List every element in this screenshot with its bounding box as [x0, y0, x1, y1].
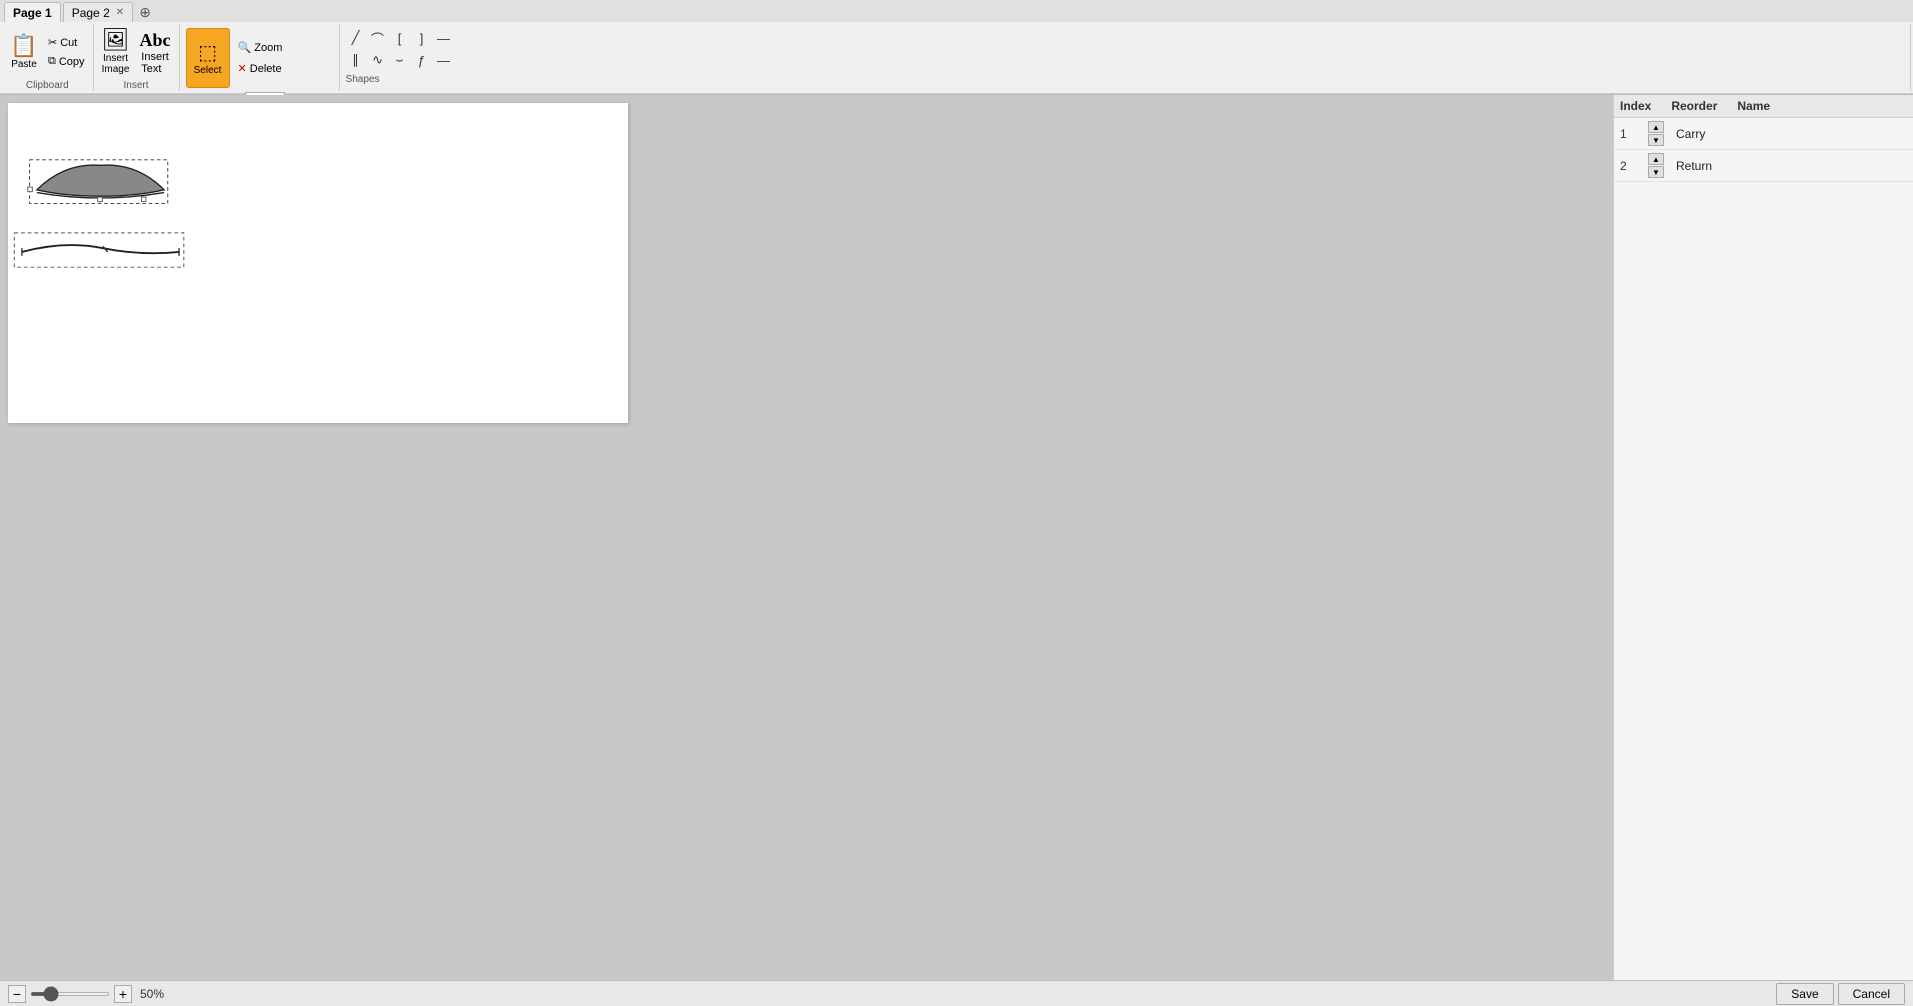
zoom-slider[interactable] — [30, 992, 110, 996]
cut-icon: ✂ — [48, 36, 57, 49]
row-1-reorder: ▲ ▼ — [1648, 121, 1664, 146]
tools-group: ⬚ Select 🔍 Zoom ✕ Delete A Font Size — [180, 24, 340, 91]
col-index-header: Index — [1620, 99, 1651, 113]
delete-button[interactable]: ✕ Delete — [234, 60, 287, 77]
bottom-bar: − + 50% Save Cancel — [0, 980, 1913, 1006]
canvas-page[interactable] — [8, 103, 628, 423]
select-button[interactable]: ⬚ Select — [186, 28, 230, 88]
tab-page1-label: Page 1 — [13, 6, 52, 20]
save-button[interactable]: Save — [1776, 983, 1833, 1005]
delete-icon: ✕ — [238, 62, 247, 75]
row-2-name: Return — [1676, 159, 1712, 173]
zoom-icon: 🔍 — [238, 41, 252, 54]
add-tab-button[interactable]: ⊕ — [135, 2, 155, 22]
copy-icon: ⧉ — [48, 55, 56, 68]
row-1-index: 1 — [1620, 127, 1644, 141]
row-2-index: 2 — [1620, 159, 1644, 173]
cancel-button[interactable]: Cancel — [1838, 983, 1905, 1005]
col-name-header: Name — [1737, 99, 1770, 113]
row-1-up-button[interactable]: ▲ — [1648, 121, 1664, 133]
zoom-label: 50% — [140, 987, 164, 1001]
shape-slash2-btn[interactable]: ∥ — [346, 50, 366, 70]
insert-label: Insert — [124, 80, 149, 91]
shape-dash-btn[interactable]: — — [434, 28, 454, 48]
row-2-down-button[interactable]: ▼ — [1648, 166, 1664, 178]
shape-bracket-left-btn[interactable]: [ — [390, 28, 410, 48]
insert-image-button[interactable]: 🖼 InsertImage — [98, 26, 134, 78]
right-panel-rows: 1 ▲ ▼ Carry 2 ▲ ▼ Return — [1614, 118, 1913, 980]
shape-line2-btn[interactable]: — — [434, 50, 454, 70]
row-2-up-button[interactable]: ▲ — [1648, 153, 1664, 165]
right-panel-header: Index Reorder Name — [1614, 95, 1913, 118]
shapes-label: Shapes — [346, 74, 380, 85]
tab-page1[interactable]: Page 1 — [4, 2, 61, 22]
shape-wave-btn[interactable]: ∿ — [368, 50, 388, 70]
select-icon: ⬚ — [198, 40, 217, 65]
canvas-wrapper[interactable] — [0, 95, 1613, 980]
paste-button[interactable]: 📋 Paste — [6, 26, 42, 78]
shape-1[interactable] — [23, 158, 178, 208]
text-icon: Abc — [140, 30, 171, 51]
shape-fn-btn[interactable]: ƒ — [412, 50, 432, 70]
right-panel: Index Reorder Name 1 ▲ ▼ Carry 2 ▲ ▼ — [1613, 95, 1913, 980]
insert-text-button[interactable]: Abc InsertText — [136, 26, 175, 78]
close-icon[interactable]: ✕ — [116, 7, 124, 18]
row-2-reorder: ▲ ▼ — [1648, 153, 1664, 178]
shape-arc-btn[interactable]: ⌒ — [368, 28, 388, 48]
tab-page2[interactable]: Page 2 ✕ — [63, 2, 133, 22]
clipboard-group: 📋 Paste ✂ Cut ⧉ Copy Clipboard — [2, 24, 94, 91]
zoom-button[interactable]: 🔍 Zoom — [234, 39, 287, 56]
zoom-out-button[interactable]: − — [8, 985, 26, 1003]
tab-page2-label: Page 2 — [72, 6, 110, 20]
shape-bracket-right-btn[interactable]: ] — [412, 28, 432, 48]
col-reorder-header: Reorder — [1671, 99, 1717, 113]
shape-2[interactable] — [8, 231, 193, 271]
row-1-down-button[interactable]: ▼ — [1648, 134, 1664, 146]
clipboard-label: Clipboard — [26, 80, 69, 91]
image-icon: 🖼 — [102, 29, 130, 51]
shape-curve-btn[interactable]: ⌣ — [390, 50, 410, 70]
cut-button[interactable]: ✂ Cut — [44, 34, 89, 51]
insert-group: 🖼 InsertImage Abc InsertText Insert — [94, 24, 180, 91]
canvas-grey-area — [0, 431, 1613, 980]
panel-row-1[interactable]: 1 ▲ ▼ Carry — [1614, 118, 1913, 150]
copy-button[interactable]: ⧉ Copy — [44, 53, 89, 70]
paste-icon: 📋 — [10, 35, 37, 57]
shapes-group: ╱ ∥ ⌒ ∿ [ ⌣ ] ƒ — — — [340, 24, 1911, 91]
shape-line-btn[interactable]: ╱ — [346, 28, 366, 48]
panel-row-2[interactable]: 2 ▲ ▼ Return — [1614, 150, 1913, 182]
row-1-name: Carry — [1676, 127, 1705, 141]
zoom-in-button[interactable]: + — [114, 985, 132, 1003]
